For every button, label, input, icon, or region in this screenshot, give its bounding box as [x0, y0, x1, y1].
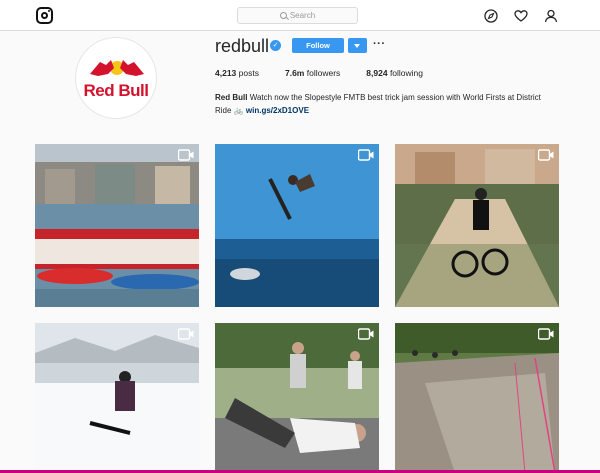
search-placeholder: Search: [289, 11, 316, 20]
search-icon: [279, 12, 287, 19]
post-tile[interactable]: [395, 144, 559, 307]
post-image-breakdance: [215, 323, 379, 473]
post-tile[interactable]: [35, 323, 199, 473]
red-bull-logo-icon: [90, 60, 144, 76]
video-camera-icon: [178, 328, 194, 340]
video-camera-icon: [178, 149, 194, 161]
post-image-snowboard: [35, 323, 199, 473]
video-camera-icon: [538, 328, 554, 340]
post-tile[interactable]: [215, 323, 379, 473]
more-options-button[interactable]: ···: [373, 38, 386, 50]
instagram-logo-icon[interactable]: [36, 7, 53, 24]
bike-emoji-icon: 🚲: [233, 106, 244, 115]
bio-name: Red Bull: [215, 93, 248, 102]
profile-avatar[interactable]: Red Bull: [75, 37, 157, 119]
following-count[interactable]: 8,924 following: [366, 68, 423, 78]
logo-wordmark: Red Bull: [83, 81, 149, 100]
post-image-boats: [35, 144, 199, 307]
followers-value: 7.6m: [284, 68, 305, 78]
posts-value: 4,213: [215, 68, 237, 78]
followers-count[interactable]: 7.6m followers: [285, 68, 340, 78]
verified-badge-icon: ✓: [270, 40, 281, 51]
video-camera-icon: [358, 328, 374, 340]
following-label: following: [389, 68, 424, 78]
follow-button[interactable]: Follow: [292, 38, 344, 53]
video-camera-icon: [538, 149, 554, 161]
profile-bio: Red Bull Watch now the Slopestyle FMTB b…: [215, 91, 555, 117]
post-tile[interactable]: [35, 144, 199, 307]
compass-icon[interactable]: [484, 9, 498, 23]
post-image-mtb-ramp: [395, 144, 559, 307]
following-value: 8,924: [366, 68, 388, 78]
posts-label: posts: [238, 68, 259, 78]
search-input[interactable]: Search: [237, 7, 358, 24]
posts-count: 4,213 posts: [215, 68, 259, 78]
post-image-downhill: [395, 323, 559, 473]
profile-username: redbull: [215, 36, 270, 56]
followers-label: followers: [306, 68, 341, 78]
post-tile[interactable]: [215, 144, 379, 307]
top-nav-bar: Search: [0, 0, 600, 31]
heart-icon[interactable]: [514, 9, 528, 23]
video-camera-icon: [358, 149, 374, 161]
bio-link[interactable]: win.gs/2xD1OVE: [246, 106, 309, 115]
post-image-bike-jump: [215, 144, 379, 307]
person-icon[interactable]: [544, 9, 558, 23]
profile-stats: 4,213 posts 7.6m followers 8,924 followi…: [215, 68, 449, 78]
post-tile[interactable]: [395, 323, 559, 473]
suggested-dropdown-button[interactable]: [348, 38, 367, 53]
